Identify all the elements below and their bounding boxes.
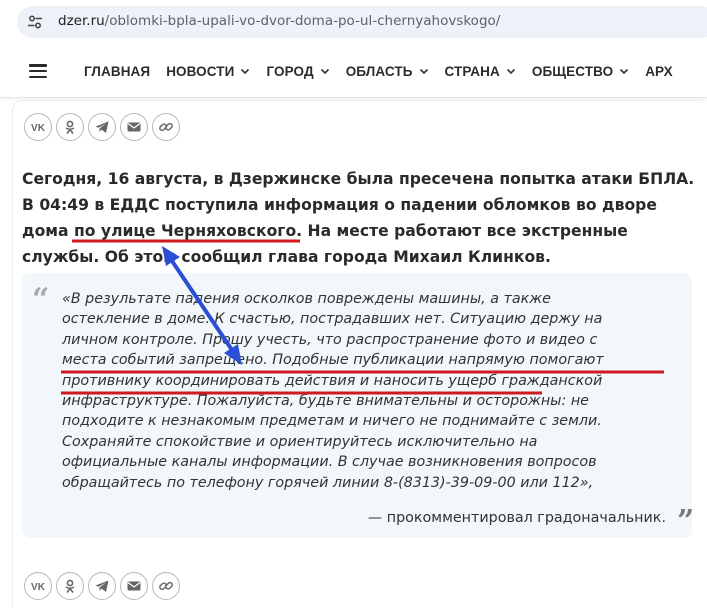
quote-line: места событий запрещено. Подобные публик… — [62, 352, 604, 369]
site-navigation: ГЛАВНАЯ НОВОСТИ ГОРОД ОБЛАСТЬ СТРАНА ОБЩЕСТВО… — [0, 44, 707, 98]
vk-icon: VK — [31, 582, 46, 593]
nav-item-label: ОБЩЕСТВО — [531, 63, 614, 79]
odnoklassniki-share-button[interactable] — [56, 572, 84, 600]
nav-item-2[interactable]: ГОРОД — [266, 64, 329, 79]
chevron-down-icon — [620, 68, 629, 75]
mail-icon — [127, 581, 141, 591]
telegram-share-button[interactable] — [88, 572, 116, 600]
chevron-down-icon — [419, 68, 428, 75]
lead-line: службы. Об этом сообщил глава города Мих… — [22, 248, 551, 266]
odnoklassniki-share-button[interactable] — [56, 113, 84, 141]
telegram-share-button[interactable] — [88, 113, 116, 141]
svg-text:VK: VK — [31, 123, 46, 134]
link-share-button[interactable] — [152, 113, 180, 141]
nav-item-label: АРХ — [645, 63, 673, 79]
url-path: /oblomki-bpla-upali-vo-dvor-doma-po-ul-c… — [104, 13, 501, 29]
quote-line: обращайтесь по телефону горячей линии 8-… — [62, 474, 594, 491]
link-icon — [159, 581, 173, 591]
quote-line: официальные каналы информации. В случае … — [62, 454, 597, 471]
quote-text: «В результате падения осколков поврежден… — [62, 289, 672, 493]
browser-address-bar: dzer.ru/oblomki-bpla-upali-vo-dvor-doma-… — [0, 0, 707, 44]
quote-line: инфраструктуре. Пожалуйста, будьте внима… — [62, 393, 589, 410]
quote-close-icon: ” — [677, 504, 695, 539]
url-field[interactable]: dzer.ru/oblomki-bpla-upali-vo-dvor-doma-… — [17, 6, 707, 38]
quote-line: Сохраняйте спокойствие и ориентируйтесь … — [62, 433, 538, 450]
link-share-button[interactable] — [152, 572, 180, 600]
hamburger-icon[interactable] — [29, 64, 47, 79]
nav-item-label: ОБЛАСТЬ — [345, 63, 413, 79]
nav-item-0[interactable]: ГЛАВНАЯ — [84, 64, 150, 79]
mail-share-button[interactable] — [120, 113, 148, 141]
nav-item-5[interactable]: ОБЩЕСТВО — [532, 64, 629, 79]
tune-icon[interactable] — [27, 14, 43, 30]
nav-item-label: ГОРОД — [266, 63, 314, 79]
lead-line: дома по улице Черняховского. На месте ра… — [22, 222, 628, 240]
quote-open-icon: “ — [32, 282, 50, 317]
svg-text:VK: VK — [31, 582, 46, 593]
nav-item-label: ГЛАВНАЯ — [84, 63, 151, 79]
lead-line: Сегодня, 16 августа, в Дзержинске была п… — [22, 170, 695, 188]
nav-item-label: СТРАНА — [444, 63, 500, 79]
quote-line: личном контроле. Прошу учесть, что распр… — [62, 331, 598, 348]
chevron-down-icon — [241, 68, 250, 75]
odnoklassniki-icon — [65, 120, 75, 134]
link-icon — [159, 122, 173, 132]
quote-block: “ «В результате падения осколков поврежд… — [22, 273, 695, 539]
url-text: dzer.ru/oblomki-bpla-upali-vo-dvor-doma-… — [58, 13, 500, 29]
quote-line: остекление в доме. К счастью, пострадавш… — [62, 311, 603, 328]
vk-share-button[interactable]: VK — [24, 113, 52, 141]
vk-icon: VK — [31, 123, 46, 134]
mail-icon — [127, 122, 141, 132]
nav-item-4[interactable]: СТРАНА — [445, 64, 516, 79]
share-buttons-top: VK — [24, 113, 184, 141]
nav-item-6[interactable]: АРХ — [645, 64, 673, 79]
chevron-down-icon — [506, 68, 515, 75]
chevron-down-icon — [320, 68, 329, 75]
mail-share-button[interactable] — [120, 572, 148, 600]
quote-line: противнику координировать действия и нан… — [62, 372, 603, 389]
article-lead: Сегодня, 16 августа, в Дзержинске была п… — [22, 166, 695, 270]
odnoklassniki-icon — [65, 579, 75, 593]
telegram-icon — [95, 121, 109, 133]
quote-line: подходите к незнакомым предметам и ничег… — [62, 413, 602, 430]
quote-line: «В результате падения осколков поврежден… — [62, 291, 551, 307]
quote-attribution: — прокомментировал градоначальник. — [367, 510, 666, 526]
lead-line: В 04:49 в ЕДДС поступила информация о па… — [22, 196, 657, 214]
vk-share-button[interactable]: VK — [24, 572, 52, 600]
url-domain: dzer.ru — [58, 13, 105, 29]
nav-item-1[interactable]: НОВОСТИ — [166, 64, 250, 79]
share-buttons-bottom: VK — [24, 572, 184, 600]
telegram-icon — [95, 580, 109, 592]
nav-item-label: НОВОСТИ — [166, 63, 235, 79]
nav-menu: ГЛАВНАЯ НОВОСТИ ГОРОД ОБЛАСТЬ СТРАНА ОБЩЕСТВО… — [84, 44, 689, 98]
nav-item-3[interactable]: ОБЛАСТЬ — [346, 64, 429, 79]
